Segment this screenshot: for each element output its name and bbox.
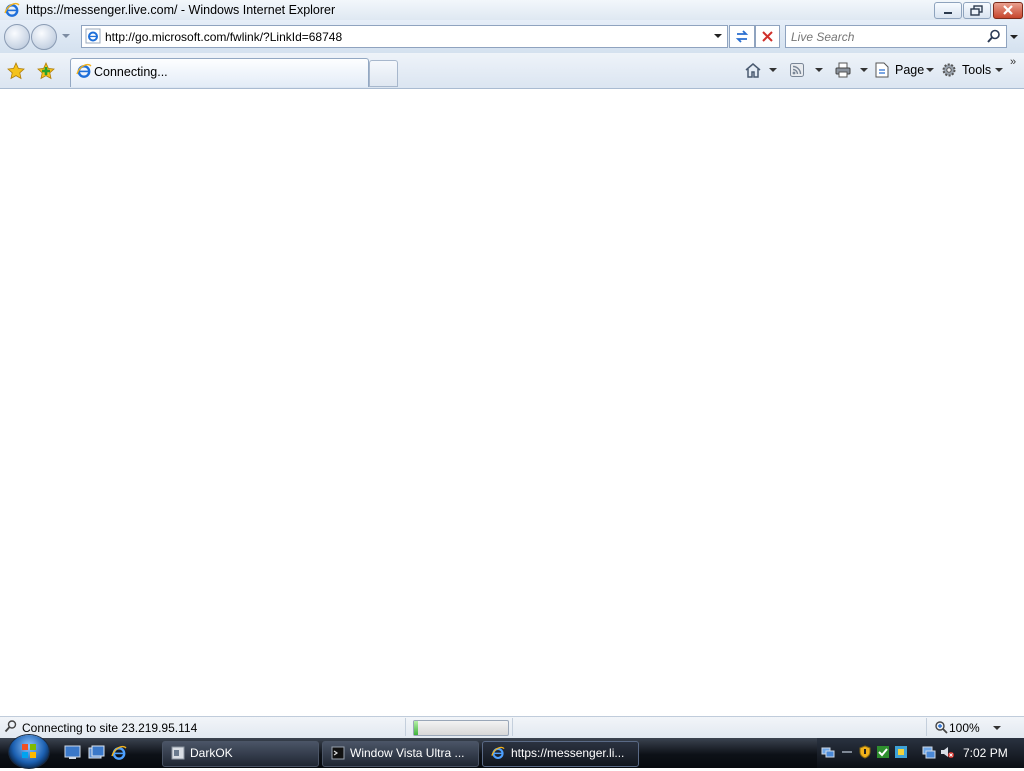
console-icon xyxy=(331,746,345,760)
favorites-star-icon[interactable] xyxy=(6,61,26,81)
search-input[interactable] xyxy=(791,30,971,44)
status-divider xyxy=(512,718,513,736)
app-tray-icon[interactable] xyxy=(894,745,908,759)
show-desktop-icon[interactable] xyxy=(64,745,81,760)
stop-icon xyxy=(762,31,773,42)
ie-logo-icon xyxy=(76,64,92,78)
tab-label: Connecting... xyxy=(94,65,168,79)
ie-logo-icon[interactable] xyxy=(111,745,127,761)
chevron-down-icon[interactable] xyxy=(814,66,824,74)
volume-muted-icon[interactable] xyxy=(940,745,954,759)
window-title: https://messenger.live.com/ - Windows In… xyxy=(26,3,336,17)
clock[interactable]: 7:02 PM xyxy=(963,746,1008,760)
taskbar-button-darkok[interactable] xyxy=(162,741,319,767)
switch-windows-icon[interactable] xyxy=(88,745,105,760)
ie-logo-icon xyxy=(491,746,505,760)
chevron-down-icon[interactable] xyxy=(859,66,869,74)
new-tab-button[interactable] xyxy=(369,60,398,87)
gear-icon[interactable] xyxy=(941,62,957,78)
page-content[interactable] xyxy=(0,89,1024,716)
minimize-button[interactable] xyxy=(934,2,962,19)
taskbar-label: Window Vista Ultra ... xyxy=(350,746,465,760)
ie-logo-icon xyxy=(4,3,20,17)
search-status-icon xyxy=(4,720,17,733)
network-status-icon[interactable] xyxy=(922,745,936,759)
chevron-down-icon[interactable] xyxy=(1009,32,1019,42)
progress-fill xyxy=(414,721,418,735)
chevron-down-icon[interactable] xyxy=(994,66,1004,74)
chevron-down-icon[interactable] xyxy=(61,31,71,41)
tray-arrow-icon[interactable] xyxy=(840,745,854,759)
close-icon xyxy=(1003,5,1013,15)
taskbar-label: DarkOK xyxy=(190,746,233,760)
chevron-more-icon[interactable]: » xyxy=(1010,56,1016,68)
progress-bar xyxy=(413,720,509,736)
chevron-down-icon[interactable] xyxy=(768,66,778,74)
status-text: Connecting to site 23.219.95.114 xyxy=(22,721,198,735)
restore-icon xyxy=(970,5,983,16)
network-tray-icon[interactable] xyxy=(821,745,835,759)
status-divider xyxy=(405,718,406,736)
chevron-down-icon[interactable] xyxy=(992,724,1002,732)
home-icon[interactable] xyxy=(744,61,762,79)
page-icon[interactable] xyxy=(875,62,889,78)
zoom-icon[interactable] xyxy=(934,720,948,734)
windows-logo-icon xyxy=(22,744,36,758)
status-divider xyxy=(926,718,927,736)
app-window-icon xyxy=(171,746,185,760)
address-input[interactable] xyxy=(105,30,705,44)
chevron-down-icon[interactable] xyxy=(712,31,724,41)
page-menu-button[interactable]: Page xyxy=(895,63,924,77)
check-tray-icon[interactable] xyxy=(876,745,890,759)
feeds-icon[interactable] xyxy=(790,63,804,77)
tools-menu-button[interactable]: Tools xyxy=(962,63,991,77)
stop-button[interactable] xyxy=(755,25,780,48)
add-favorite-icon[interactable] xyxy=(36,61,56,81)
minimize-icon xyxy=(944,12,952,14)
taskbar-label: https://messenger.li... xyxy=(511,746,625,760)
forward-button[interactable] xyxy=(31,24,57,50)
back-button[interactable] xyxy=(4,24,30,50)
restore-button[interactable] xyxy=(963,2,991,19)
close-button[interactable] xyxy=(993,2,1023,19)
chevron-down-icon[interactable] xyxy=(925,66,935,74)
zoom-level[interactable]: 100% xyxy=(949,721,980,735)
print-icon[interactable] xyxy=(834,61,852,79)
start-button[interactable] xyxy=(9,735,49,768)
shield-icon[interactable] xyxy=(858,745,872,759)
ie-page-icon xyxy=(85,28,101,44)
refresh-button[interactable] xyxy=(729,25,755,48)
search-icon[interactable] xyxy=(986,28,1002,44)
refresh-icon xyxy=(735,30,749,43)
